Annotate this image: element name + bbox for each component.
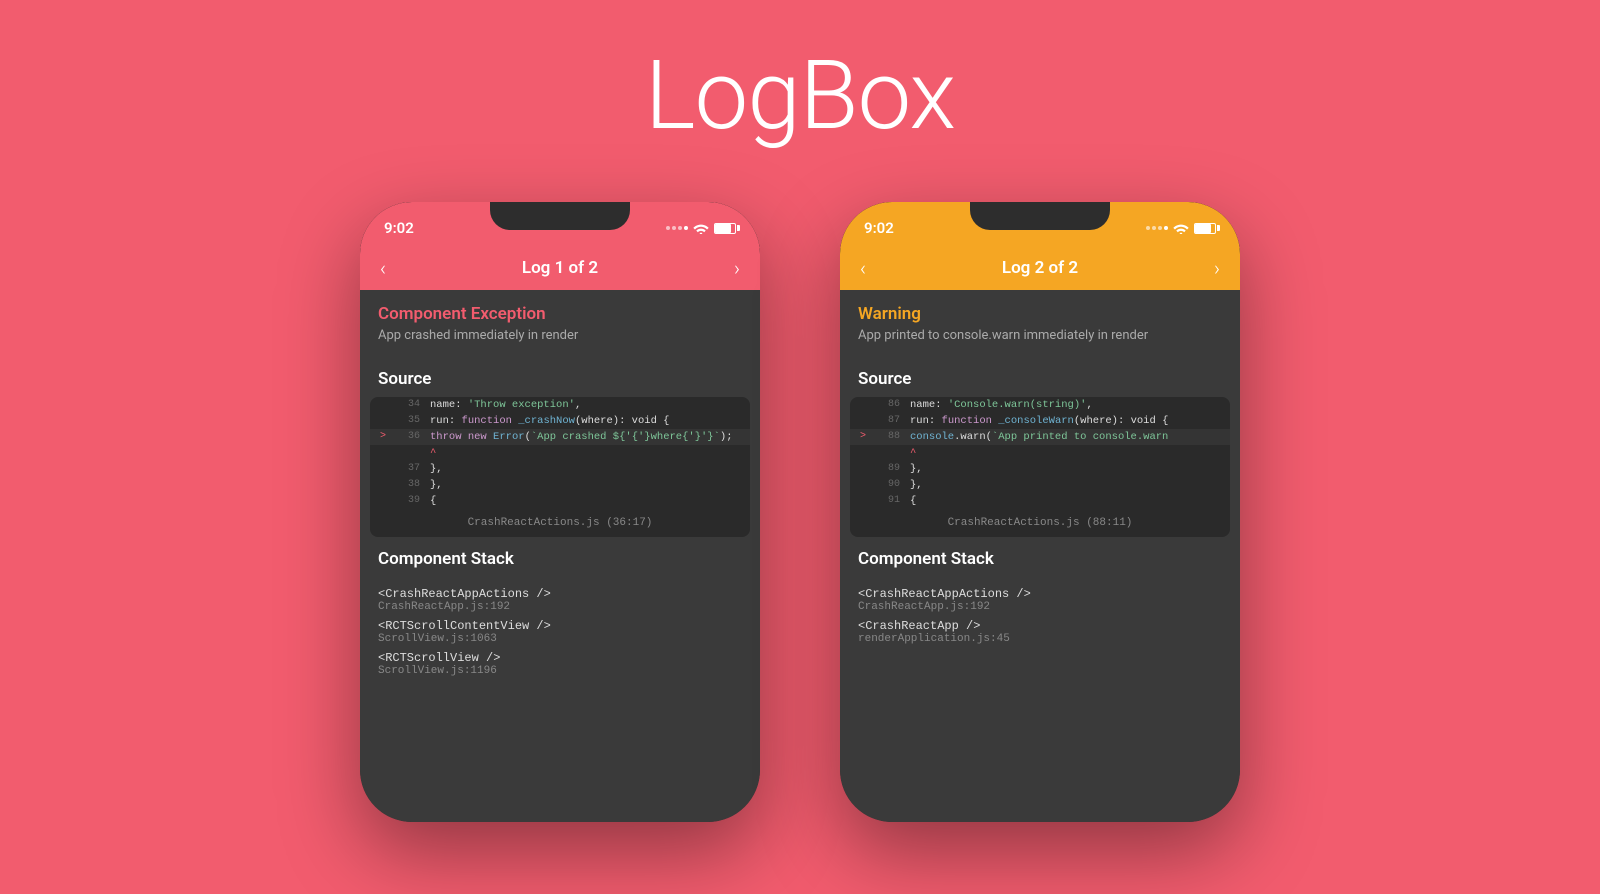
signal-icon — [666, 226, 688, 230]
phone-1-error-title: Component Exception — [378, 304, 742, 324]
phone-2-prev-arrow[interactable]: ‹ — [860, 256, 866, 280]
phone-2-source-label: Source — [840, 357, 1240, 397]
page-title: LogBox — [645, 40, 955, 152]
code-line: 34 name: 'Throw exception', — [370, 397, 750, 413]
phone-2-stack-section: <CrashReactAppActions /> CrashReactApp.j… — [840, 577, 1240, 661]
stack-item: <RCTScrollContentView /> ScrollView.js:1… — [378, 619, 742, 645]
code-line: 91 { — [850, 493, 1230, 509]
code-line: 89 }, — [850, 461, 1230, 477]
phone-2-code-footer: CrashReactActions.js (88:11) — [850, 509, 1230, 537]
phone-2-code-block: 86 name: 'Console.warn(string)', 87 run:… — [850, 397, 1230, 537]
code-line: 87 run: function _consoleWarn(where): vo… — [850, 413, 1230, 429]
phone-1-status-bar: 9:02 — [360, 202, 760, 246]
code-line-highlighted: > 36 throw new Error(`App crashed ${'{'}… — [370, 429, 750, 445]
code-line: 39 { — [370, 493, 750, 509]
phone-2-next-arrow[interactable]: › — [1214, 256, 1220, 280]
phone-1-code-footer: CrashReactActions.js (36:17) — [370, 509, 750, 537]
code-line-highlighted: > 88 console.warn(`App printed to consol… — [850, 429, 1230, 445]
phone-1-next-arrow[interactable]: › — [734, 256, 740, 280]
phone-1-screen: 9:02 ‹ — [360, 202, 760, 822]
phone-2-error-section: Warning App printed to console.warn imme… — [840, 290, 1240, 357]
phone-2-status-bar: 9:02 — [840, 202, 1240, 246]
wifi-icon — [693, 222, 709, 234]
stack-item: <CrashReactAppActions /> CrashReactApp.j… — [378, 587, 742, 613]
phone-1-stack-section: <CrashReactAppActions /> CrashReactApp.j… — [360, 577, 760, 693]
phone-1-prev-arrow[interactable]: ‹ — [380, 256, 386, 280]
phone-2-header-title: Log 2 of 2 — [1002, 258, 1078, 278]
phones-container: 9:02 ‹ — [360, 202, 1240, 822]
code-line: 90 }, — [850, 477, 1230, 493]
phone-1-error-subtitle: App crashed immediately in render — [378, 328, 742, 343]
phone-2-status-icons — [1146, 222, 1216, 234]
phone-1-status-icons — [666, 222, 736, 234]
phone-1-header-title: Log 1 of 2 — [522, 258, 598, 278]
phone-2-stack-label: Component Stack — [840, 537, 1240, 577]
phone-1-time: 9:02 — [384, 219, 414, 237]
battery-icon — [1194, 223, 1216, 234]
phone-2-error-title: Warning — [858, 304, 1222, 324]
phone-1-stack-label: Component Stack — [360, 537, 760, 577]
code-line: ^ — [850, 445, 1230, 461]
phone-1-error-section: Component Exception App crashed immediat… — [360, 290, 760, 357]
phone-1-source-label: Source — [360, 357, 760, 397]
phone-1-code-block: 34 name: 'Throw exception', 35 run: func… — [370, 397, 750, 537]
stack-item: <CrashReactAppActions /> CrashReactApp.j… — [858, 587, 1222, 613]
code-line: ^ — [370, 445, 750, 461]
battery-icon — [714, 223, 736, 234]
stack-item: <RCTScrollView /> ScrollView.js:1196 — [378, 651, 742, 677]
phone-2-error-subtitle: App printed to console.warn immediately … — [858, 328, 1222, 343]
phone-2-time: 9:02 — [864, 219, 894, 237]
code-line: 38 }, — [370, 477, 750, 493]
wifi-icon — [1173, 222, 1189, 234]
phone-2-screen: 9:02 ‹ — [840, 202, 1240, 822]
phone-1-log-header: ‹ Log 1 of 2 › — [360, 246, 760, 290]
phone-2: 9:02 ‹ — [840, 202, 1240, 822]
code-line: 35 run: function _crashNow(where): void … — [370, 413, 750, 429]
code-line: 37 }, — [370, 461, 750, 477]
stack-item: <CrashReactApp /> renderApplication.js:4… — [858, 619, 1222, 645]
phone-2-log-header: ‹ Log 2 of 2 › — [840, 246, 1240, 290]
code-line: 86 name: 'Console.warn(string)', — [850, 397, 1230, 413]
phone-1: 9:02 ‹ — [360, 202, 760, 822]
signal-icon — [1146, 226, 1168, 230]
